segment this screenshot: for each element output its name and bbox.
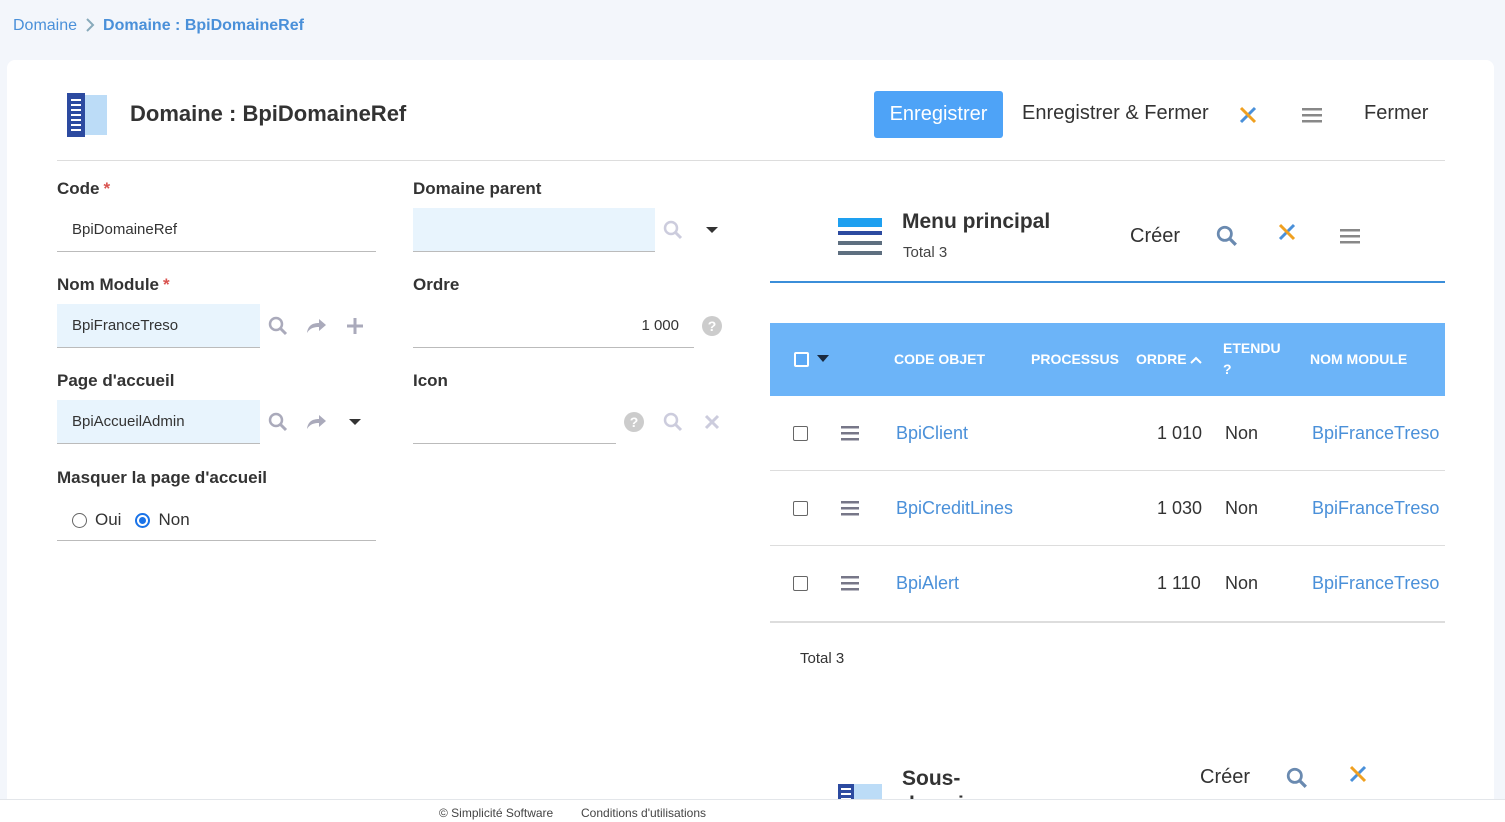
select-all-checkbox[interactable]	[794, 352, 809, 367]
chevron-right-icon	[85, 17, 95, 35]
nom-module-label: Nom Module *	[57, 275, 170, 294]
table-row[interactable]: BpiClient 1 010 Non BpiFranceTreso	[770, 396, 1445, 471]
table-total: Total 3	[800, 650, 845, 667]
help-icon[interactable]: ?	[701, 315, 723, 337]
cell-ordre: 1 010	[1157, 422, 1203, 443]
breadcrumb-domaine-link[interactable]: Domaine	[13, 17, 77, 35]
row-checkbox[interactable]	[793, 471, 808, 545]
breadcrumb: Domaine Domaine : BpiDomaineRef	[13, 17, 304, 35]
col-ordre[interactable]: ORDRE	[1136, 349, 1202, 370]
breadcrumb-current: Domaine : BpiDomaineRef	[103, 17, 304, 34]
open-link-icon[interactable]	[305, 315, 327, 337]
clear-icon[interactable]	[701, 411, 723, 433]
form-header: Domaine : BpiDomaineRef Enregistrer Enre…	[57, 60, 1445, 161]
radio-non[interactable]	[135, 512, 151, 528]
search-icon[interactable]	[1212, 221, 1242, 251]
ordre-field[interactable]: 1 000	[413, 304, 694, 348]
col-nom-module[interactable]: NOM MODULE	[1310, 349, 1407, 370]
ordre-label: Ordre	[413, 275, 460, 294]
row-menu-icon[interactable]	[841, 471, 859, 545]
cell-etendu: Non	[1225, 497, 1259, 518]
copyright: © Simplicité Software	[439, 806, 554, 820]
radio-non-label[interactable]: Non	[158, 510, 189, 530]
svg-text:?: ?	[630, 414, 639, 430]
create-subdomain-button[interactable]: Créer	[1200, 766, 1250, 789]
row-menu-icon[interactable]	[841, 396, 859, 470]
row-checkbox[interactable]	[793, 546, 808, 620]
menu-list-header: Menu principal Total 3 Créer	[770, 200, 1445, 283]
domaine-parent-field[interactable]	[413, 208, 655, 252]
tools-icon[interactable]	[1233, 100, 1263, 130]
tools-icon[interactable]	[1272, 217, 1302, 247]
radio-oui[interactable]	[72, 512, 87, 528]
menu-icon[interactable]	[1297, 100, 1327, 130]
search-icon[interactable]	[662, 219, 684, 241]
cell-code-objet[interactable]: BpiAlert	[896, 546, 959, 620]
domain-icon	[65, 93, 109, 137]
cell-ordre: 1 030	[1157, 497, 1203, 518]
svg-text:?: ?	[708, 318, 717, 334]
cell-ordre: 1 110	[1157, 572, 1201, 593]
masquer-radio-group: Oui Non	[57, 500, 376, 541]
cell-nom-module[interactable]: BpiFranceTreso	[1312, 471, 1439, 545]
radio-oui-label[interactable]: Oui	[95, 510, 121, 530]
cell-nom-module[interactable]: BpiFranceTreso	[1312, 396, 1439, 470]
table-divider	[770, 621, 1445, 623]
open-link-icon[interactable]	[305, 411, 327, 433]
search-icon[interactable]	[1282, 763, 1312, 793]
menu-list-total: Total 3	[903, 244, 948, 261]
table-row[interactable]: BpiCreditLines 1 030 Non BpiFranceTreso	[770, 471, 1445, 546]
icon-field[interactable]	[413, 400, 616, 444]
list-icon	[838, 218, 882, 258]
row-menu-icon[interactable]	[841, 546, 859, 620]
cell-code-objet[interactable]: BpiCreditLines	[896, 471, 1013, 545]
row-checkbox[interactable]	[793, 396, 808, 470]
page-accueil-field[interactable]: BpiAccueilAdmin	[57, 400, 260, 444]
masquer-label: Masquer la page d'accueil	[57, 468, 268, 487]
cell-nom-module[interactable]: BpiFranceTreso	[1312, 546, 1439, 620]
create-button[interactable]: Créer	[1130, 225, 1180, 248]
add-icon[interactable]	[344, 315, 366, 337]
col-etendu[interactable]: ETENDU ?	[1223, 338, 1283, 380]
cell-code-objet[interactable]: BpiClient	[896, 396, 968, 470]
col-processus[interactable]: PROCESSUS	[1031, 349, 1119, 370]
table-header: CODE OBJET PROCESSUS ORDRE ETENDU ? NOM …	[770, 323, 1445, 396]
chevron-down-icon[interactable]	[817, 355, 829, 362]
chevron-down-icon[interactable]	[344, 411, 366, 433]
cell-etendu: Non	[1225, 572, 1259, 593]
cell-etendu: Non	[1225, 422, 1259, 443]
save-button[interactable]: Enregistrer	[874, 91, 1003, 138]
close-button[interactable]: Fermer	[1364, 102, 1428, 125]
nom-module-field[interactable]: BpiFranceTreso	[57, 304, 260, 348]
search-icon[interactable]	[662, 411, 684, 433]
page-accueil-label: Page d'accueil	[57, 371, 175, 390]
tools-icon[interactable]	[1343, 759, 1373, 789]
domaine-parent-label: Domaine parent	[413, 179, 542, 198]
search-icon[interactable]	[267, 411, 289, 433]
page-title: Domaine : BpiDomaineRef	[130, 101, 407, 126]
main-panel: Domaine : BpiDomaineRef Enregistrer Enre…	[7, 60, 1494, 822]
col-code-objet[interactable]: CODE OBJET	[894, 349, 985, 370]
code-label: Code *	[57, 179, 111, 198]
search-icon[interactable]	[267, 315, 289, 337]
table-row[interactable]: BpiAlert 1 110 Non BpiFranceTreso	[770, 546, 1445, 621]
chevron-down-icon[interactable]	[701, 219, 723, 241]
terms-link[interactable]: Conditions d'utilisations	[581, 806, 706, 820]
code-field[interactable]: BpiDomaineRef	[57, 208, 376, 252]
footer: © Simplicité Software Conditions d'utili…	[0, 799, 1505, 822]
menu-list-title: Menu principal	[902, 210, 1051, 233]
menu-icon[interactable]	[1335, 221, 1365, 251]
sort-asc-icon	[1189, 349, 1202, 370]
icon-label: Icon	[413, 371, 448, 390]
help-icon[interactable]: ?	[623, 411, 645, 433]
save-and-close-button[interactable]: Enregistrer & Fermer	[1022, 102, 1209, 125]
